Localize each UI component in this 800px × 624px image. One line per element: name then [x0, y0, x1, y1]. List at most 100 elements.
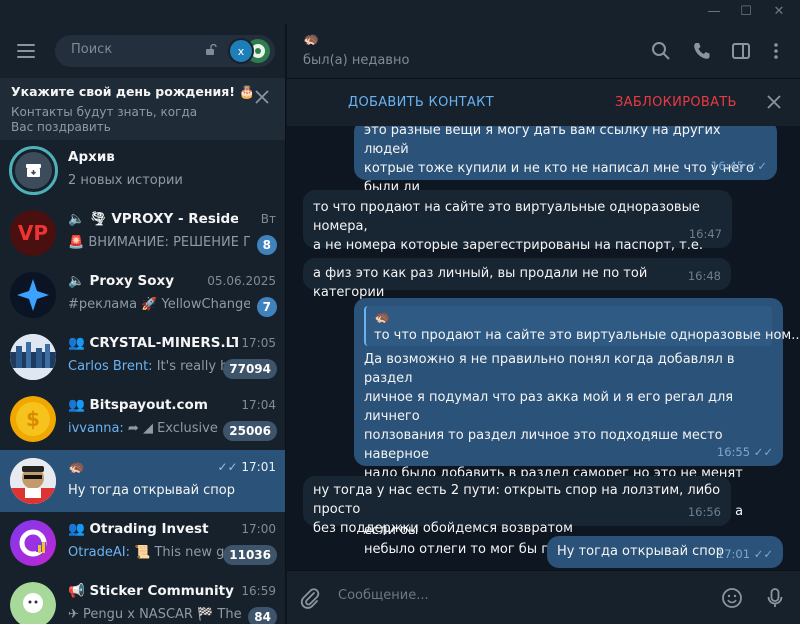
svg-text:VP: VP [18, 221, 48, 245]
unread-badge: 77094 [223, 359, 277, 379]
chat-item-proxy-soxy[interactable]: 🔈 Proxy Soxy 05.06.2025 #реклама 🚀 Yello… [0, 264, 285, 326]
chat-name: 📢 Sticker Community [68, 583, 234, 599]
avatar [10, 272, 56, 318]
chat-name: Архив [68, 149, 115, 165]
avatar [10, 582, 56, 624]
message-input[interactable]: Сообщение... [338, 588, 429, 603]
message-time: 17:01 ✓✓ [716, 547, 773, 561]
unread-badge: 25006 [223, 421, 277, 441]
message-composer[interactable]: Сообщение... [287, 570, 800, 624]
chat-name: 👥 Bitspayout.com [68, 397, 208, 413]
search-icon[interactable] [651, 41, 671, 61]
message-time: 16:56 [687, 505, 721, 519]
hamburger-menu-icon[interactable] [17, 44, 35, 58]
avatar: VP [10, 210, 56, 256]
chat-name: 🔈 🌪 VPROXY - Residential Proxies [68, 211, 238, 227]
search-placeholder: Поиск [71, 42, 113, 57]
minimize-button[interactable]: — [697, 0, 731, 24]
reply-text: то что продают на сайте это виртуальные … [374, 328, 800, 343]
chat-preview: Carlos Brent: It's really hard [68, 359, 228, 374]
chat-time: 17:05 [241, 336, 276, 350]
chat-item-active[interactable]: 🦔 ✓✓ 17:01 Ну тогда открывай спор [0, 450, 285, 512]
emoji-icon[interactable] [721, 587, 743, 609]
reply-quote[interactable]: 🦔 то что продают на сайте это виртуальны… [364, 306, 800, 346]
chat-list-pane: Поиск x Укажите свой день рождения! 🎂 Ко… [0, 24, 286, 624]
maximize-button[interactable]: ☐ [729, 0, 763, 24]
chat-preview: #реклама 🚀 YellowChangeBot [68, 297, 250, 312]
message-outgoing[interactable]: это разные вещи я могу дать вам ссылку н… [354, 126, 777, 214]
message-incoming[interactable]: а физ это как раз личный, вы продали не … [303, 258, 731, 300]
chat-item-crystal-miners[interactable]: 👥 CRYSTAL-MINERS.LTD 17:05 Carlos Brent:… [0, 326, 285, 388]
microphone-icon[interactable] [764, 587, 786, 609]
preview-sender: ivvanna: [68, 421, 128, 436]
reply-author: 🦔 [374, 310, 391, 325]
unread-badge: 84 [248, 607, 277, 624]
message-time: 16:55 ✓✓ [716, 445, 773, 459]
chat-time: Вт [260, 212, 276, 226]
unread-badge: 8 [256, 235, 277, 255]
close-icon[interactable] [766, 94, 782, 110]
attach-icon[interactable] [299, 587, 321, 609]
peer-status: был(а) недавно [303, 53, 410, 68]
preview-sender: OtradeAI: [68, 545, 135, 560]
message-incoming[interactable]: ну тогда у нас есть 2 пути: открыть спор… [303, 476, 731, 536]
chat-item-archive[interactable]: Архив 2 новых истории [0, 140, 285, 202]
chat-preview: 🚨 ВНИМАНИЕ: РЕШЕНИЕ ПРОБЛЕМЫ [68, 235, 250, 250]
svg-text:x: x [238, 45, 245, 58]
chat-item-bitspayout[interactable]: $ 👥 Bitspayout.com 17:04 ivvanna: ➦ ◢ Ex… [0, 388, 285, 450]
avatar [10, 334, 56, 380]
chat-name: 🦔 [68, 459, 85, 475]
message-outgoing[interactable]: Ну тогда открывай спор 17:01 ✓✓ [547, 536, 783, 568]
unread-badge: 11036 [223, 545, 277, 565]
avatar [10, 458, 56, 504]
chat-time: ✓✓ 17:01 [217, 460, 276, 474]
chat-item-vproxy[interactable]: VP 🔈 🌪 VPROXY - Residential Proxies Вт 🚨… [0, 202, 285, 264]
chat-item-sticker-community[interactable]: 📢 Sticker Community 16:59 ✈ Pengu x NASC… [0, 574, 285, 624]
message-outgoing[interactable]: 🦔 то что продают на сайте это виртуальны… [354, 298, 800, 557]
chat-preview: ✈ Pengu x NASCAR 🏁 The... [68, 607, 243, 622]
close-icon[interactable] [253, 88, 271, 106]
chat-preview: ivvanna: ➦ ◢ Exclusive [68, 421, 218, 436]
chat-preview: OtradeAI: 📜 This new generation [68, 545, 228, 560]
chat-name: 👥 Otrading Invest [68, 521, 209, 537]
message-time: 16:45 ✓✓ [710, 159, 767, 173]
archive-icon [26, 164, 41, 177]
birthday-title: Укажите свой день рождения! 🎂 [11, 84, 255, 99]
add-contact-button[interactable]: ДОБАВИТЬ КОНТАКТ [348, 95, 494, 110]
sidebar-header: Поиск x [0, 24, 285, 78]
archive-avatar [9, 146, 58, 195]
chat-name: 👥 CRYSTAL-MINERS.LTD [68, 335, 238, 351]
preview-sender: Carlos Brent: [68, 359, 157, 374]
message-incoming[interactable]: то что продают на сайте это виртуальные … [303, 190, 732, 272]
avatar [10, 520, 56, 566]
close-window-button[interactable]: ✕ [762, 0, 796, 24]
lock-icon[interactable] [205, 44, 217, 56]
chat-item-otrading[interactable]: 👥 Otrading Invest 17:00 OtradeAI: 📜 This… [0, 512, 285, 574]
svg-text:$: $ [26, 407, 40, 431]
birthday-subtitle: Контакты будут знать, когда Вас поздрави… [11, 105, 198, 134]
more-icon[interactable] [766, 41, 786, 61]
chat-preview: 2 новых истории [68, 173, 183, 188]
unread-badge: 7 [256, 297, 277, 317]
chat-time: 05.06.2025 [207, 274, 276, 288]
contact-action-bar: ДОБАВИТЬ КОНТАКТ ЗАБЛОКИРОВАТЬ [287, 78, 800, 126]
chat-preview: Ну тогда открывай спор [68, 483, 236, 498]
message-text: а физ это как раз личный, вы продали не … [313, 266, 648, 300]
avatar: $ [10, 396, 56, 442]
message-list[interactable]: это разные вещи я могу дать вам ссылку н… [287, 126, 800, 570]
chat-time: 17:00 [241, 522, 276, 536]
conversation-pane: 🦔 был(а) недавно ДОБАВИТЬ КОНТАКТ ЗАБЛОК… [287, 24, 800, 624]
message-time: 16:48 [687, 269, 721, 283]
window-titlebar: — ☐ ✕ [0, 0, 800, 24]
phone-icon[interactable] [692, 41, 712, 61]
sidebar-toggle-icon[interactable] [731, 41, 751, 61]
peer-name[interactable]: 🦔 [303, 32, 319, 47]
message-time: 16:47 [688, 227, 722, 241]
proxy-status-icon[interactable]: x [226, 37, 272, 65]
birthday-banner[interactable]: Укажите свой день рождения! 🎂 Контакты б… [0, 78, 285, 140]
chat-time: 17:04 [241, 398, 276, 412]
chat-header[interactable]: 🦔 был(а) недавно [287, 24, 800, 78]
chat-time: 16:59 [241, 584, 276, 598]
message-text: ну тогда у нас есть 2 пути: открыть спор… [313, 483, 721, 536]
block-button[interactable]: ЗАБЛОКИРОВАТЬ [615, 95, 737, 110]
